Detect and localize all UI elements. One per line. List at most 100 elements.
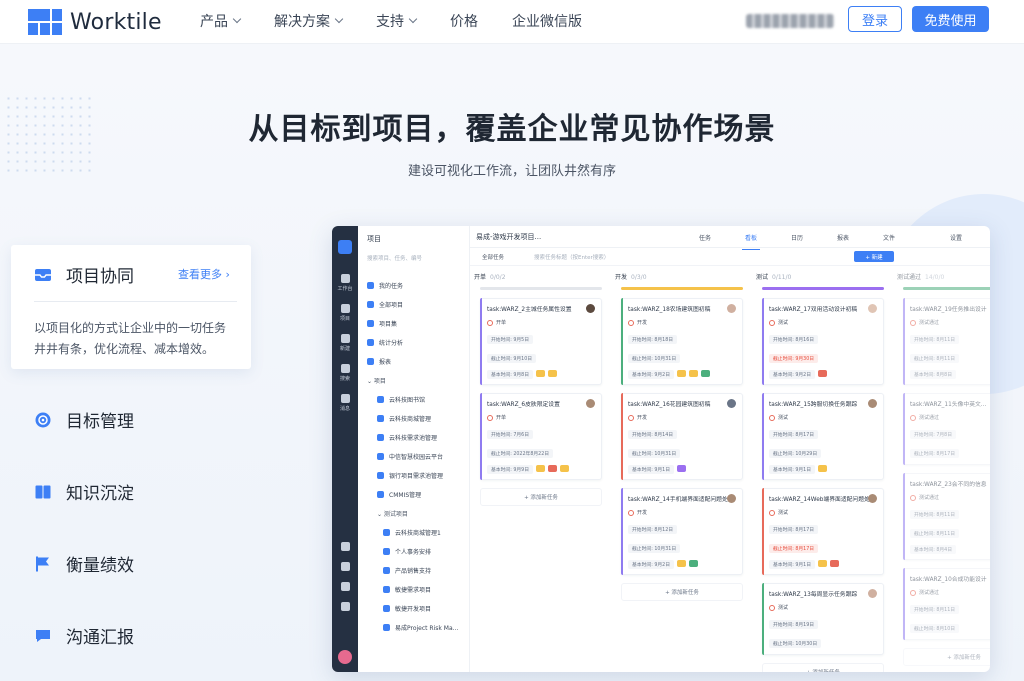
sidebar-item[interactable]: 项目集: [367, 314, 467, 333]
sidebar-project[interactable]: 云科技商城管理: [367, 409, 467, 428]
nav-support[interactable]: 支持: [376, 11, 418, 31]
task-status[interactable]: 开单: [487, 414, 595, 421]
task-card[interactable]: task:WARZ_14手机端界面适配问题处理 开发 开始时间: 8月12日 截止时间…: [621, 488, 743, 575]
task-filter[interactable]: 全部任务: [482, 253, 504, 261]
add-task-button[interactable]: + 添加新任务: [480, 488, 602, 506]
sidebar-project[interactable]: CMMIS管理: [367, 485, 467, 504]
sidebar-item[interactable]: 报表: [367, 352, 467, 371]
task-card[interactable]: task:WARZ_14Web端界面适配问题处理 测试 开始时间: 8月17日 截止时…: [762, 488, 884, 575]
tag-badge[interactable]: [677, 559, 687, 567]
tag-badge[interactable]: [689, 559, 699, 567]
tag-badge[interactable]: [818, 464, 828, 472]
assignee-avatar[interactable]: [868, 399, 877, 408]
add-task-button[interactable]: + 添加新任务: [903, 648, 990, 666]
add-task-button[interactable]: + 添加新任务: [762, 663, 884, 672]
task-card[interactable]: task:WARZ_6皮肤限定设置 开单 开始时间: 7月6日 截止时间: 2022年…: [480, 393, 602, 480]
task-status[interactable]: 测试: [769, 509, 877, 516]
sidebar-project[interactable]: 云科技商城管理1: [367, 523, 467, 542]
rail-tool-1[interactable]: [332, 542, 358, 553]
sidebar-search-input[interactable]: 搜索项目、任务、编号: [367, 252, 463, 263]
view-tab[interactable]: 看板: [728, 233, 774, 250]
tag-badge[interactable]: [560, 464, 570, 472]
view-tab[interactable]: 报表: [820, 233, 866, 242]
assignee-avatar[interactable]: [586, 304, 595, 313]
assignee-avatar[interactable]: [727, 494, 736, 503]
task-status[interactable]: 测试通过: [910, 414, 990, 421]
task-status[interactable]: 测试通过: [910, 589, 990, 596]
task-status[interactable]: 测试: [769, 604, 877, 611]
nav-pricing[interactable]: 价格: [450, 11, 478, 31]
settings-button[interactable]: 设置: [950, 233, 962, 242]
assignee-avatar[interactable]: [868, 494, 877, 503]
sidebar-project[interactable]: 易成Project Risk Ma...: [367, 618, 467, 637]
task-card[interactable]: task:WARZ_16花园建筑图初稿 开发 开始时间: 8月14日 截止时间: 10…: [621, 393, 743, 480]
assignee-avatar[interactable]: [727, 399, 736, 408]
tag-badge[interactable]: [548, 464, 558, 472]
rail-search[interactable]: 搜索: [332, 364, 358, 382]
free-trial-button[interactable]: 免费使用: [912, 6, 989, 32]
tag-badge[interactable]: [830, 559, 840, 567]
task-card[interactable]: task:WARZ_19任务推出设计 测试通过 开始时间: 8月11日 截止时间: 8…: [903, 298, 990, 385]
task-status[interactable]: 测试: [769, 319, 877, 326]
see-more-link[interactable]: 查看更多 ›: [178, 266, 230, 282]
tag-badge[interactable]: [536, 369, 546, 377]
add-task-button[interactable]: + 添加新任务: [621, 583, 743, 601]
sidebar-project[interactable]: 云科技需求池管理: [367, 428, 467, 447]
tag-badge[interactable]: [701, 369, 711, 377]
task-status[interactable]: 开单: [487, 319, 595, 326]
tag-badge[interactable]: [818, 369, 828, 377]
worktile-logo[interactable]: Worktile: [28, 9, 162, 35]
tag-badge[interactable]: [689, 369, 699, 377]
task-status[interactable]: 开发: [628, 319, 736, 326]
sidebar-group[interactable]: ⌄ 项目: [367, 371, 467, 390]
task-status[interactable]: 测试通过: [910, 494, 990, 501]
project-name[interactable]: 易成-游戏开发项目...: [476, 232, 541, 242]
task-card[interactable]: task:WARZ_17双用活动设计初稿 测试 开始时间: 8月16日 截止时间: 9…: [762, 298, 884, 385]
feature-knowledge[interactable]: 知识沉淀: [34, 479, 134, 504]
tag-badge[interactable]: [548, 369, 558, 377]
feature-goals[interactable]: 目标管理: [34, 407, 134, 432]
user-avatar[interactable]: [338, 650, 352, 664]
task-card[interactable]: task:WARZ_2主城任务属性设置 开单 开始时间: 9月5日 截止时间: 9月1…: [480, 298, 602, 385]
task-card[interactable]: task:WARZ_15跨服切换任务跟踪 测试 开始时间: 8月17日 截止时间: 1…: [762, 393, 884, 480]
rail-new[interactable]: 新建: [332, 334, 358, 352]
sidebar-project[interactable]: 云科技图书馆: [367, 390, 467, 409]
assignee-avatar[interactable]: [727, 304, 736, 313]
rail-tool-4[interactable]: [332, 602, 358, 613]
sidebar-project[interactable]: 敏捷开发项目: [367, 599, 467, 618]
sidebar-item[interactable]: 全部项目: [367, 295, 467, 314]
tag-badge[interactable]: [677, 464, 687, 472]
rail-workbench[interactable]: 工作台: [332, 274, 358, 292]
sidebar-project[interactable]: 产品销售支持: [367, 561, 467, 580]
rail-tool-3[interactable]: [332, 582, 358, 593]
task-status[interactable]: 测试通过: [910, 319, 990, 326]
task-card[interactable]: task:WARZ_10合成功能设计 测试通过 开始时间: 8月11日 截止时间: 8…: [903, 568, 990, 640]
tag-badge[interactable]: [677, 369, 687, 377]
nav-product[interactable]: 产品: [200, 11, 242, 31]
rail-tool-2[interactable]: [332, 562, 358, 573]
assignee-avatar[interactable]: [868, 304, 877, 313]
sidebar-project[interactable]: 敏捷需求项目: [367, 580, 467, 599]
task-status[interactable]: 开发: [628, 414, 736, 421]
sidebar-project[interactable]: 银行项目需求池管理: [367, 466, 467, 485]
task-status[interactable]: 开发: [628, 509, 736, 516]
tag-badge[interactable]: [818, 559, 828, 567]
tag-badge[interactable]: [536, 464, 546, 472]
assignee-avatar[interactable]: [586, 399, 595, 408]
task-card[interactable]: task:WARZ_18农场建筑图初稿 开发 开始时间: 8月18日 截止时间: 10…: [621, 298, 743, 385]
new-task-button[interactable]: + 新建: [854, 251, 894, 262]
sidebar-item[interactable]: 我的任务: [367, 276, 467, 295]
feature-card-project[interactable]: 项目协同 查看更多 › 以项目化的方式让企业中的一切任务井井有条，优化流程、减本…: [11, 245, 251, 369]
task-card[interactable]: task:WARZ_23会不同的信息 测试通过 开始时间: 8月11日 截止时间: 8…: [903, 473, 990, 560]
sidebar-project[interactable]: 个人事务安排: [367, 542, 467, 561]
sidebar-subgroup[interactable]: ⌄ 测试项目: [367, 504, 467, 523]
rail-project[interactable]: 项目: [332, 304, 358, 322]
nav-solutions[interactable]: 解决方案: [274, 11, 344, 31]
nav-wecom[interactable]: 企业微信版: [512, 11, 582, 31]
rail-messages[interactable]: 消息: [332, 394, 358, 412]
sidebar-project[interactable]: 中信智慧校园云平台: [367, 447, 467, 466]
view-tab[interactable]: 日历: [774, 233, 820, 242]
task-status[interactable]: 测试: [769, 414, 877, 421]
task-card[interactable]: task:WARZ_11头像中英文... 测试通过 开始时间: 7月8日 截止时间: …: [903, 393, 990, 465]
view-tab[interactable]: 文件: [866, 233, 912, 242]
